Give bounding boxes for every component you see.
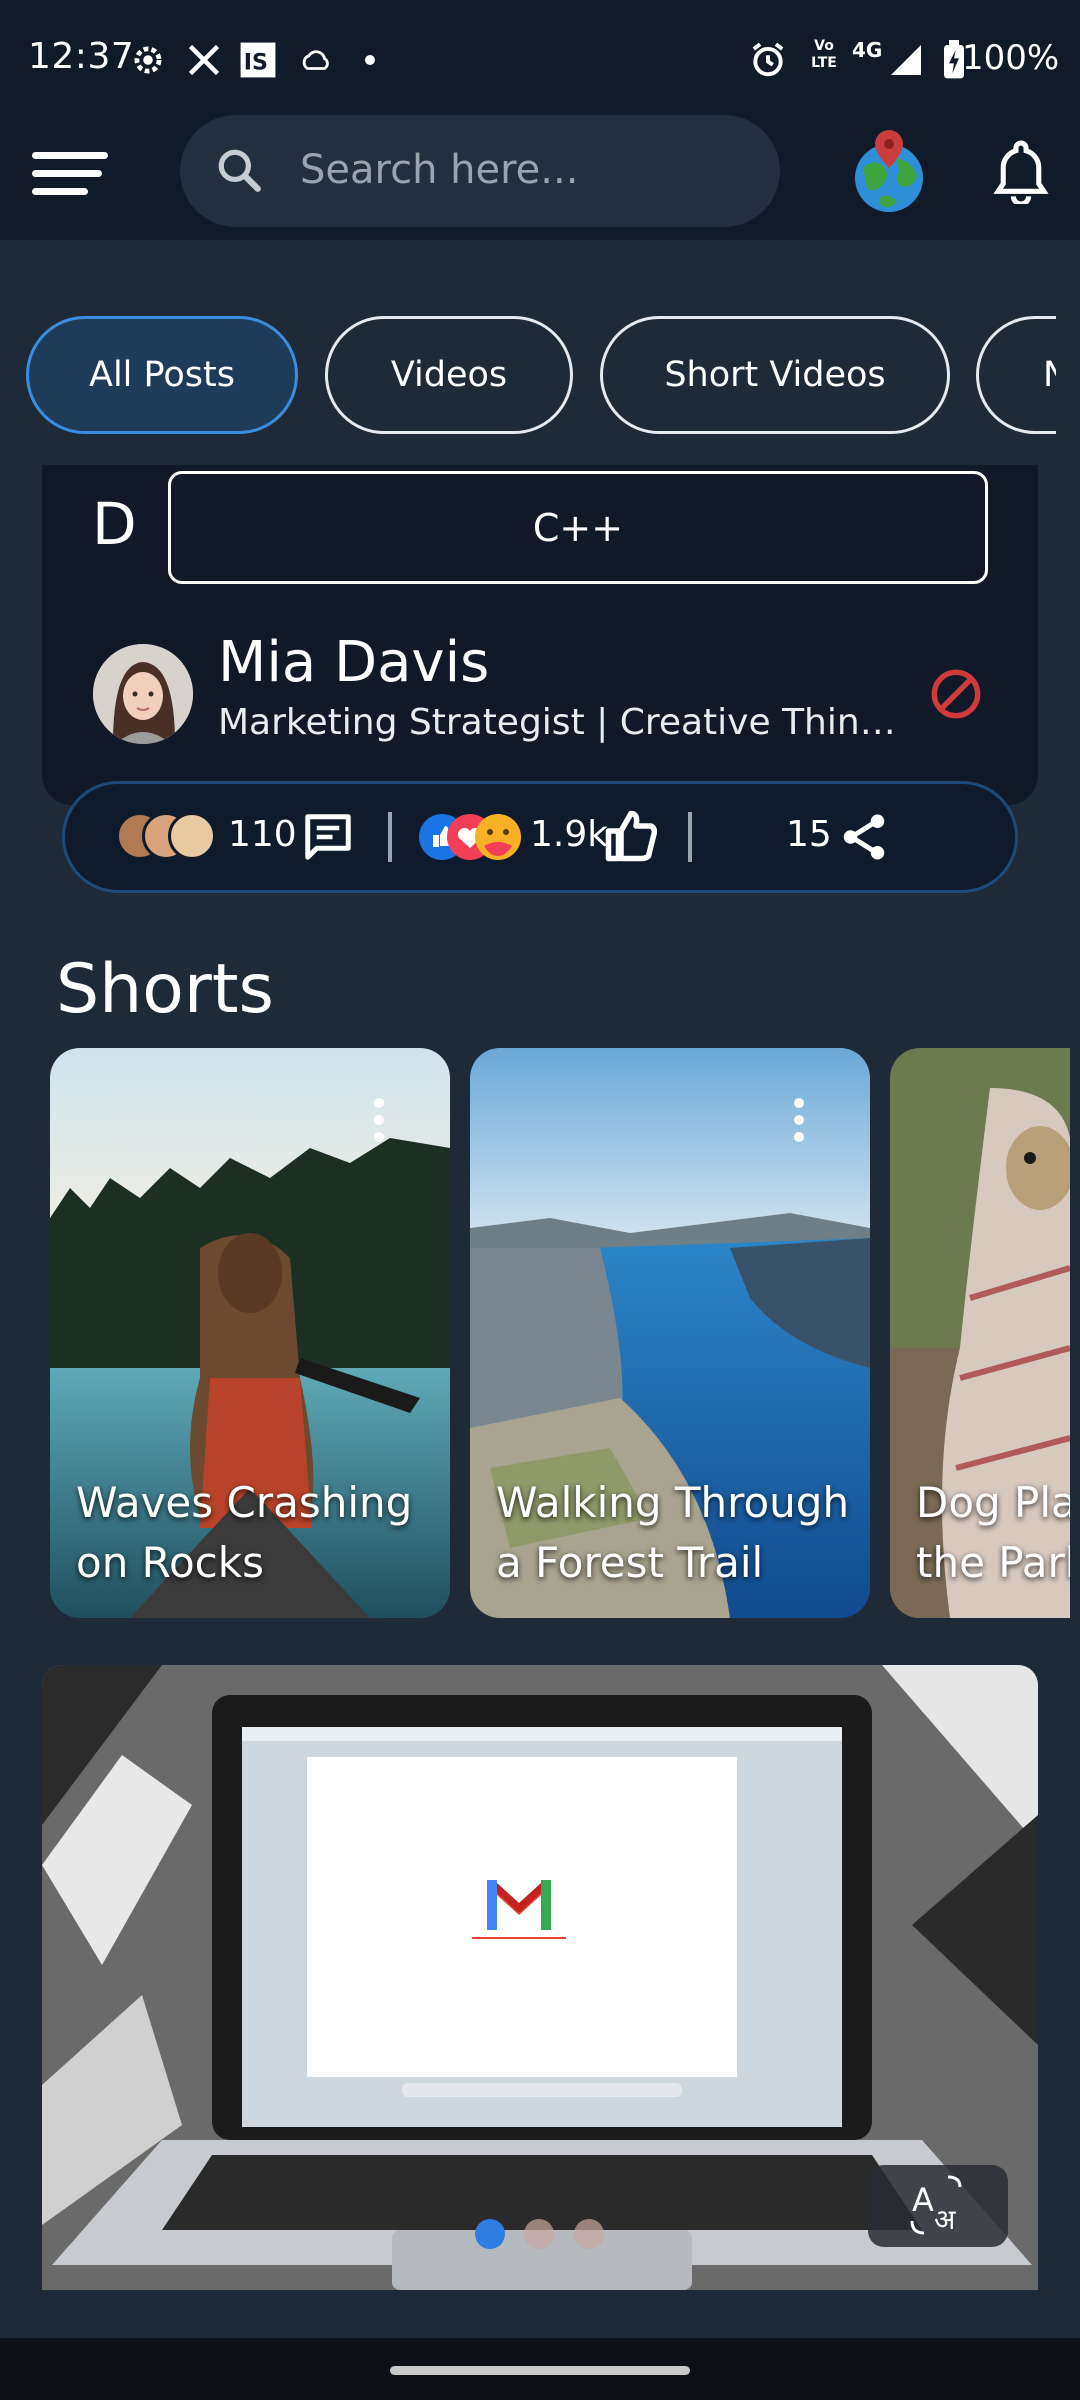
author-title: Marketing Strategist | Creative Thinker [218,702,898,743]
short-card[interactable]: Walking Through a Forest Trail [470,1048,870,1618]
battery-level: 100% [962,38,1060,78]
alarm-icon [748,40,788,80]
reaction-count: 1.9k [530,814,609,855]
home-gesture-bar[interactable] [390,2366,690,2375]
divider [688,812,692,862]
short-card[interactable]: Dog Plathe Park [890,1048,1070,1618]
short-title: Walking Through a Forest Trail [496,1478,850,1587]
search-icon [214,145,264,195]
filter-chip-all-posts[interactable]: All Posts [26,316,298,434]
short-title: Dog Plathe Park [916,1478,1070,1587]
carousel-dot[interactable] [524,2219,554,2249]
comment-icon[interactable] [300,810,356,864]
menu-icon [32,152,108,159]
short-card[interactable]: Waves Crashing on Rocks [50,1048,450,1618]
post-letter: D [92,490,137,558]
commenter-avatar[interactable] [168,812,216,860]
filter-chip-videos[interactable]: Videos [325,316,573,434]
filter-chip-partial[interactable]: N [976,316,1056,434]
avatar[interactable] [93,644,193,744]
divider [388,812,392,862]
short-title: Waves Crashing on Rocks [76,1478,413,1587]
shorts-heading: Shorts [56,950,274,1029]
menu-button[interactable] [32,152,108,200]
post-tag[interactable]: C++ [168,471,988,584]
carousel-dot[interactable] [574,2219,604,2249]
share-count: 15 [786,814,832,855]
bell-icon[interactable] [990,138,1052,207]
network-type: 4G [852,38,883,62]
like-icon[interactable] [600,806,662,866]
settings-icon [128,40,168,80]
is-app-icon: IS [238,40,278,80]
search-input[interactable] [300,140,760,200]
signal-icon [886,40,926,80]
comment-count: 110 [228,814,297,855]
dot-icon [350,40,390,80]
translate-button[interactable]: A अ [868,2165,1008,2247]
author-name[interactable]: Mia Davis [218,630,489,695]
cloud-icon [296,40,336,80]
svg-text:A: A [912,2181,934,2219]
more-options-icon[interactable] [374,1098,386,1144]
translate-icon: A अ [910,2175,962,2236]
x-logo-icon [184,40,224,80]
svg-text:IS: IS [244,50,268,76]
volte-icon: Vo LTE [811,38,837,71]
svg-text:अ: अ [934,2203,956,2236]
status-time: 12:37 [28,36,135,77]
globe-location-icon[interactable] [853,128,925,214]
filter-chip-short-videos[interactable]: Short Videos [600,316,950,434]
carousel-dot-active[interactable] [475,2219,505,2249]
share-icon[interactable] [836,810,892,864]
block-icon[interactable] [930,668,982,720]
more-options-icon[interactable] [794,1098,806,1144]
reaction-icons[interactable] [418,810,522,864]
